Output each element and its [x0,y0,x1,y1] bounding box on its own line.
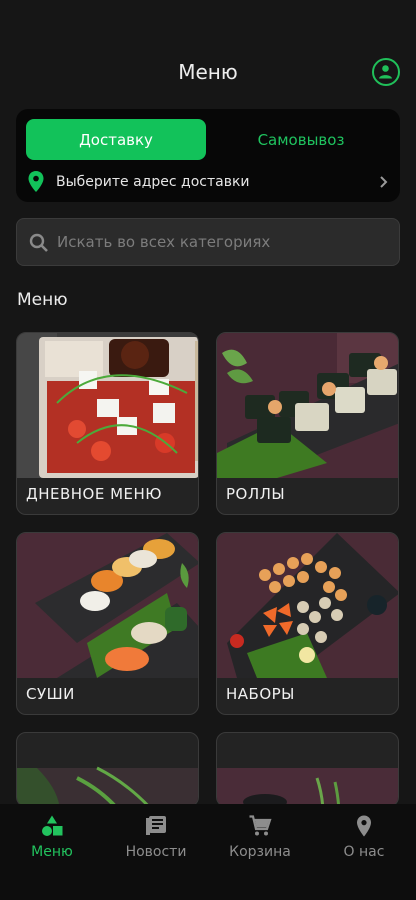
search-input[interactable] [57,219,387,265]
category-card-sushi[interactable]: СУШИ [16,532,199,715]
address-selector[interactable]: Выберите адрес доставки [26,171,390,195]
nav-item-menu[interactable]: Меню [0,814,104,866]
address-prompt: Выберите адрес доставки [56,174,250,190]
category-card-6[interactable] [216,732,399,807]
category-label: РОЛЛЫ [226,485,286,503]
sushi-image [17,533,198,678]
location-pin-icon [28,171,44,192]
category-card-daily-menu[interactable]: ДНЕВНОЕ МЕНЮ [16,332,199,515]
news-icon [146,816,166,835]
sets-image [217,533,398,678]
search-icon [29,233,48,252]
nav-item-about[interactable]: О нас [312,814,416,866]
nav-label: О нас [343,844,385,860]
category-label: НАБОРЫ [226,685,295,703]
location-pin-icon [357,815,371,837]
delivery-mode-card: Доставку Самовывоз Выберите адрес достав… [16,109,400,202]
nav-label: Новости [125,844,187,860]
category-image [17,766,198,806]
category-card-sets[interactable]: НАБОРЫ [216,532,399,715]
nav-item-news[interactable]: Новости [104,814,208,866]
nav-item-cart[interactable]: Корзина [208,814,312,866]
rolls-image [217,333,398,478]
category-image [217,768,398,806]
profile-button[interactable] [372,58,400,86]
page-title: Меню [178,60,238,84]
nav-label: Корзина [229,844,291,860]
bottom-navigation: Меню Новости Корзина О нас [0,804,416,900]
nav-label: Меню [31,844,73,860]
status-bar [0,0,416,14]
category-card-5[interactable] [16,732,199,807]
category-label: СУШИ [26,685,75,703]
user-icon [379,65,392,79]
shapes-icon [42,815,63,836]
tab-delivery[interactable]: Доставку [26,119,206,160]
category-card-rolls[interactable]: РОЛЛЫ [216,332,399,515]
search-bar[interactable] [16,218,400,266]
category-label: ДНЕВНОЕ МЕНЮ [26,485,162,503]
app-header: Меню [0,52,416,92]
daily-menu-image [17,333,198,478]
cart-icon [249,815,272,836]
chevron-right-icon [380,176,388,188]
section-title: Меню [17,290,68,310]
tab-pickup[interactable]: Самовывоз [212,119,390,160]
